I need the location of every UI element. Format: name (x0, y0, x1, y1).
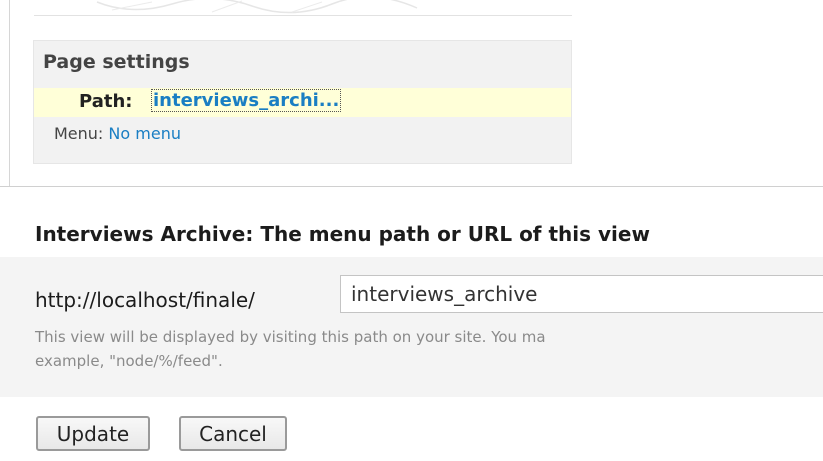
left-border (9, 0, 10, 186)
views-ui-screen: Page settings Path: interviews_archi... … (0, 0, 823, 461)
path-link[interactable]: interviews_archi... (150, 89, 342, 112)
path-setting-row: Path: interviews_archi... (34, 88, 571, 117)
cancel-button[interactable]: Cancel (179, 416, 287, 451)
help-text-line: example, "node/%/feed". (35, 352, 223, 370)
menu-label: Menu: (54, 124, 104, 143)
form-title: Interviews Archive: The menu path or URL… (35, 222, 650, 246)
url-prefix: http://localhost/finale/ (35, 288, 255, 312)
top-divider (34, 15, 572, 16)
path-help-text: This view will be displayed by visiting … (35, 325, 823, 373)
page-settings-title: Page settings (43, 51, 190, 73)
menu-setting-row: Menu: No menu (54, 124, 181, 143)
page-settings-panel: Page settings Path: interviews_archi... … (33, 40, 572, 164)
path-input[interactable] (340, 275, 823, 313)
update-button[interactable]: Update (36, 416, 150, 451)
menu-link[interactable]: No menu (108, 124, 181, 143)
path-form-block: http://localhost/finale/ This view will … (0, 257, 823, 397)
path-form-section: Interviews Archive: The menu path or URL… (0, 187, 823, 461)
decorative-header-artifact (96, 0, 418, 14)
help-text-line: This view will be displayed by visiting … (35, 328, 546, 346)
path-label: Path: (79, 91, 133, 112)
